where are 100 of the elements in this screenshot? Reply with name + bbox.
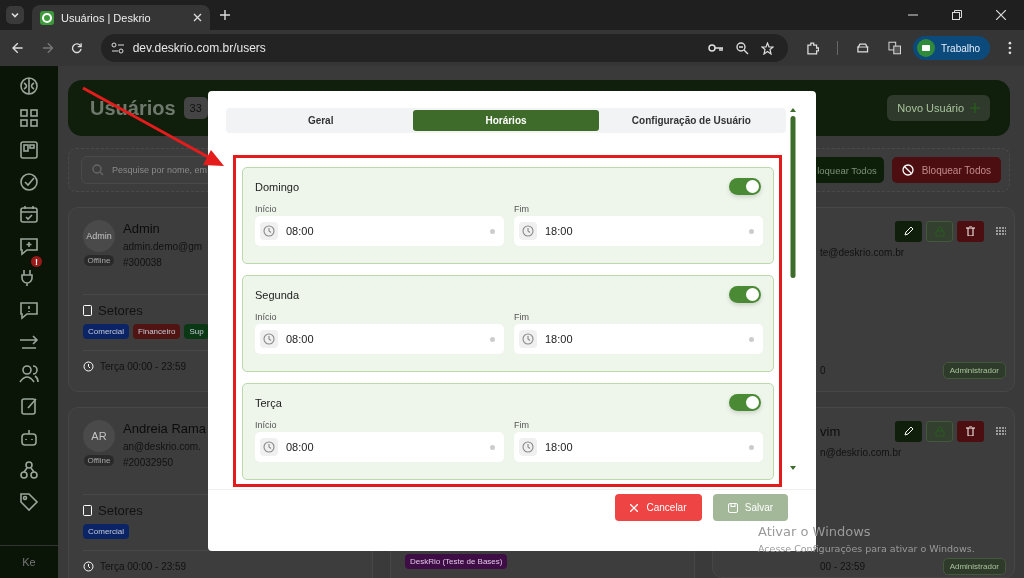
check-icon[interactable]	[19, 172, 39, 192]
clock-icon	[260, 438, 278, 456]
clock-icon	[83, 361, 94, 372]
drag-handle-icon[interactable]	[996, 427, 1006, 435]
reload-icon[interactable]	[71, 42, 83, 54]
close-icon	[630, 503, 639, 512]
drag-handle-icon[interactable]	[996, 227, 1006, 235]
building-icon	[83, 305, 92, 316]
calendar-icon[interactable]	[19, 204, 39, 224]
url-text: dev.deskrio.com.br/users	[132, 41, 266, 55]
time-field[interactable]: 18:00	[514, 216, 763, 246]
webhook-icon[interactable]	[19, 460, 39, 480]
avatar: Admin	[83, 220, 115, 252]
tab-search-button[interactable]	[6, 6, 24, 24]
close-icon[interactable]	[996, 10, 1006, 20]
dot-icon	[490, 228, 495, 234]
favicon-icon	[40, 10, 54, 25]
day-name: Domingo	[255, 180, 300, 193]
profile-button[interactable]: Trabalho	[913, 36, 991, 60]
clock-icon	[260, 222, 278, 240]
back-icon[interactable]	[12, 42, 24, 54]
edit-button[interactable]	[895, 220, 922, 242]
delete-button[interactable]	[957, 220, 984, 242]
building-icon	[83, 505, 92, 516]
chat-alert-icon[interactable]	[19, 300, 39, 320]
users-icon[interactable]	[19, 364, 39, 384]
clock-icon	[519, 438, 537, 456]
status-badge: Offline	[83, 255, 115, 266]
blocked-icon	[901, 164, 914, 176]
time-field[interactable]: 08:00	[255, 216, 504, 246]
address-bar[interactable]: dev.deskrio.com.br/users	[100, 34, 788, 62]
time-field[interactable]: 18:00	[514, 324, 763, 354]
cancel-button[interactable]: Cancelar	[615, 494, 702, 521]
role-badge: Administrador	[942, 558, 1006, 575]
new-user-button[interactable]: Novo Usuário	[887, 95, 990, 121]
dot-icon	[749, 336, 754, 342]
note-icon[interactable]	[19, 396, 39, 416]
tab[interactable]: Geral	[228, 110, 414, 131]
pencil-icon	[903, 426, 914, 436]
avatar: AR	[83, 420, 115, 452]
tab-title: Usuários | Deskrio	[61, 11, 152, 24]
edit-button[interactable]	[895, 420, 922, 442]
time-field[interactable]: 08:00	[255, 432, 504, 462]
time-field[interactable]: 08:00	[255, 324, 504, 354]
dot-icon	[749, 444, 754, 450]
car-icon[interactable]	[856, 42, 870, 54]
close-icon[interactable]	[193, 13, 202, 22]
trash-icon	[966, 226, 975, 236]
forward-icon[interactable]	[41, 42, 54, 54]
robot-icon[interactable]	[19, 428, 39, 448]
status-badge: Offline	[83, 455, 115, 466]
grid-icon[interactable]	[19, 108, 39, 128]
chevron-down-icon	[10, 10, 20, 20]
trash-icon	[966, 426, 975, 436]
new-tab-icon[interactable]	[220, 10, 230, 20]
toggle-switch[interactable]	[729, 286, 761, 303]
plus-icon	[970, 103, 980, 113]
delete-button[interactable]	[957, 420, 984, 442]
field-label: Fim	[514, 420, 530, 430]
clock-icon	[519, 330, 537, 348]
user-initials[interactable]: Ke	[0, 545, 58, 578]
sector-tag: Comercial	[83, 524, 129, 539]
toggle-switch[interactable]	[729, 394, 761, 411]
dot-icon	[749, 228, 754, 234]
dot-icon	[490, 336, 495, 342]
field-label: Início	[255, 312, 278, 322]
field-label: Fim	[514, 204, 530, 214]
logo-icon[interactable]	[19, 76, 39, 96]
pencil-icon	[903, 226, 914, 236]
block-all-button[interactable]: Bloquear Todos	[891, 157, 1001, 183]
menu-icon[interactable]	[1008, 41, 1012, 55]
tab[interactable]: Horários	[413, 110, 599, 131]
arrow-icon[interactable]	[19, 332, 39, 352]
field-label: Início	[255, 420, 278, 430]
time-field[interactable]: 18:00	[514, 432, 763, 462]
dot-icon	[490, 444, 495, 450]
key-icon[interactable]	[707, 43, 724, 53]
puzzle-icon[interactable]	[805, 41, 820, 55]
sector-tag: DeskRio (Teste de Bases)	[405, 554, 508, 569]
translate-icon[interactable]	[887, 41, 902, 55]
notification-badge: !	[31, 256, 42, 267]
tag-icon[interactable]	[19, 492, 39, 512]
star-icon[interactable]	[760, 41, 774, 55]
field-label: Início	[255, 204, 278, 214]
field-label: Fim	[514, 312, 530, 322]
tab[interactable]: Configuração de Usuário	[598, 110, 784, 131]
search-icon	[92, 164, 104, 176]
clock-icon	[83, 561, 94, 572]
restore-icon[interactable]	[952, 10, 962, 20]
board-icon[interactable]	[19, 140, 39, 160]
browser-tab[interactable]: Usuários | Deskrio	[32, 5, 210, 30]
sector-tag: Comercial	[83, 324, 129, 339]
site-settings-icon[interactable]	[110, 42, 125, 54]
sector-tag: Sup	[184, 324, 209, 339]
chat-plus-icon[interactable]	[19, 236, 39, 256]
sector-tag: Financeiro	[133, 324, 181, 339]
day-name: Segunda	[255, 288, 300, 301]
clock-icon	[519, 222, 537, 240]
zoom-icon[interactable]	[735, 41, 749, 55]
toggle-switch[interactable]	[729, 178, 761, 195]
